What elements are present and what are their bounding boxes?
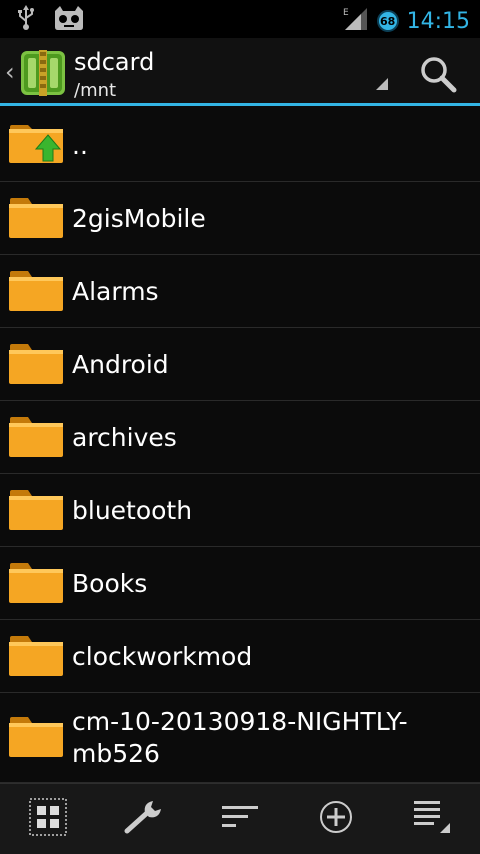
add-button[interactable]: [288, 784, 384, 854]
folder-icon: [8, 415, 64, 461]
list-item[interactable]: Android: [0, 328, 480, 401]
list-item[interactable]: Books: [0, 547, 480, 620]
clock: 14:15: [406, 8, 470, 34]
current-path: /mnt: [74, 80, 117, 101]
bottom-toolbar: [0, 783, 480, 854]
file-name: archives: [72, 422, 177, 452]
file-name: cm-10-20130918-NIGHTLY-mb526: [72, 707, 408, 768]
file-name: Android: [72, 349, 169, 379]
list-item[interactable]: ..: [0, 109, 480, 182]
add-icon: [318, 799, 354, 839]
file-name: 2gisMobile: [72, 203, 206, 233]
file-name: Books: [72, 568, 148, 598]
folder-icon: [8, 715, 64, 761]
tools-button[interactable]: [96, 784, 192, 854]
sort-button[interactable]: [192, 784, 288, 854]
grid-view-icon: [29, 798, 67, 840]
folder-icon: [8, 634, 64, 680]
list-item[interactable]: archives: [0, 401, 480, 474]
file-name: clockworkmod: [72, 641, 253, 671]
folder-icon: [8, 561, 64, 607]
list-item[interactable]: cm-10-20130918-NIGHTLY-mb526: [0, 693, 480, 783]
overflow-menu-button[interactable]: [384, 784, 480, 854]
list-item[interactable]: bluetooth: [0, 474, 480, 547]
parent-folder-icon: [8, 123, 64, 169]
action-bar: ‹ sdcard /mnt: [0, 38, 480, 106]
grid-view-button[interactable]: [0, 784, 96, 854]
menu-icon: [412, 799, 452, 839]
folder-icon: [8, 342, 64, 388]
cyanogen-mascot-icon: [52, 5, 86, 35]
file-name: Alarms: [72, 276, 159, 306]
up-chevron-icon[interactable]: ‹: [5, 58, 15, 86]
list-item[interactable]: 2gisMobile: [0, 182, 480, 255]
battery-icon: 68: [376, 10, 399, 32]
app-logo-icon[interactable]: [20, 50, 66, 96]
network-type-label: E: [343, 8, 349, 18]
search-icon[interactable]: [418, 54, 458, 94]
file-list: .. 2gisMobile Alarms Android archives bl…: [0, 109, 480, 783]
folder-icon: [8, 196, 64, 242]
path-dropdown-icon[interactable]: [376, 78, 388, 90]
wrench-icon: [123, 799, 165, 839]
file-name: ..: [72, 130, 88, 160]
list-item[interactable]: clockworkmod: [0, 620, 480, 693]
folder-icon: [8, 488, 64, 534]
list-item[interactable]: Alarms: [0, 255, 480, 328]
usb-icon: [16, 5, 36, 35]
file-name: bluetooth: [72, 495, 193, 525]
sort-icon: [220, 802, 260, 836]
status-bar: E 68 14:15: [0, 0, 480, 38]
page-title: sdcard: [74, 48, 155, 76]
folder-icon: [8, 269, 64, 315]
signal-icon: E: [343, 6, 369, 36]
